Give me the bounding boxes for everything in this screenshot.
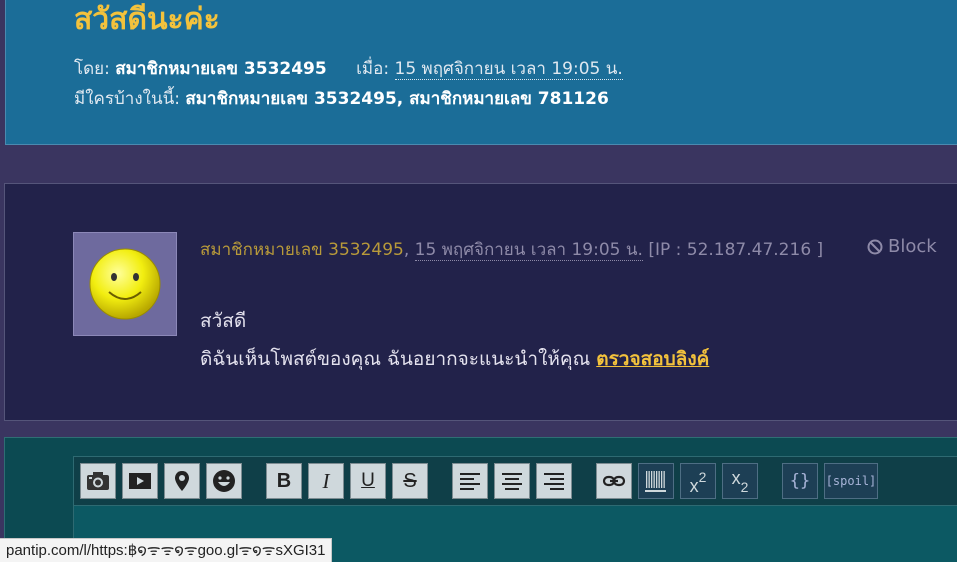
align-left-icon — [460, 473, 480, 490]
horizontal-rule-button[interactable] — [638, 463, 674, 499]
avatar[interactable] — [73, 232, 177, 336]
superscript-base: x — [689, 475, 699, 496]
spoil-label: [spoil] — [825, 474, 877, 488]
comment-ip: [IP : 52.187.47.216 ] — [648, 240, 824, 260]
participants-line: มีใครบ้างในนี้: สมาชิกหมายเลข 3532495, ส… — [74, 88, 609, 110]
topic-meta: โดย: สมาชิกหมายเลข 3532495 เมื่อ: 15 พฤศ… — [74, 58, 623, 80]
participants[interactable]: สมาชิกหมายเลข 3532495, สมาชิกหมายเลข 781… — [185, 89, 608, 109]
comment-message-line: ดิฉันเห็นโพสต์ของคุณ ฉันอยากจะแนะนำให้คุ… — [200, 340, 709, 378]
code-button[interactable]: {} — [782, 463, 818, 499]
comment-body: สวัสดี ดิฉันเห็นโพสต์ของคุณ ฉันอยากจะแนะ… — [200, 302, 709, 378]
insert-video-button[interactable] — [122, 463, 158, 499]
meta-separator: , — [403, 240, 410, 260]
editor-toolbar: B I U S x 2 x 2 {} [spoil] — [73, 456, 957, 506]
underline-label: U — [361, 470, 375, 491]
topic-date: 15 พฤศจิกายน เวลา 19:05 น. — [394, 59, 623, 80]
superscript-exp: 2 — [698, 469, 707, 485]
italic-label: I — [322, 468, 330, 493]
superscript-button[interactable]: x2 — [680, 463, 716, 499]
strike-label: S — [403, 469, 417, 492]
insert-emoticon-button[interactable] — [206, 463, 242, 499]
subscript-button[interactable]: x2 — [722, 463, 758, 499]
subscript-base: x — [731, 467, 741, 488]
status-bar-url: pantip.com/l/https:฿໑ᯤᯤ໑ᯤgoo.glᯤ໑ᯤsXGI31 — [0, 538, 333, 562]
block-button[interactable]: Block — [867, 236, 937, 257]
comment-date: 15 พฤศจิกายน เวลา 19:05 น. — [414, 240, 643, 261]
comment-author[interactable]: สมาชิกหมายเลข 3532495 — [200, 240, 404, 260]
align-right-button[interactable] — [536, 463, 572, 499]
bold-label: B — [276, 469, 292, 492]
link-icon — [602, 475, 626, 487]
strikethrough-button[interactable]: S — [392, 463, 428, 499]
align-right-icon — [544, 473, 564, 490]
smiley-avatar-icon — [89, 248, 161, 320]
bold-button[interactable]: B — [266, 463, 302, 499]
comment-message: ดิฉันเห็นโพสต์ของคุณ ฉันอยากจะแนะนำให้คุ… — [200, 348, 591, 370]
topic-author[interactable]: สมาชิกหมายเลข 3532495 — [115, 59, 326, 79]
topic-title: สวัสดีนะค่ะ — [74, 2, 220, 37]
play-icon — [129, 473, 151, 489]
comment-meta: สมาชิกหมายเลข 3532495, 15 พฤศจิกายน เวลา… — [200, 236, 823, 263]
date-label: เมื่อ: — [356, 59, 390, 79]
by-label: โดย: — [74, 59, 110, 79]
code-label: {} — [789, 471, 811, 491]
block-label: Block — [888, 236, 937, 257]
insert-location-button[interactable] — [164, 463, 200, 499]
smiley-icon — [213, 470, 235, 492]
align-center-icon — [502, 473, 522, 490]
underline-button[interactable]: U — [350, 463, 386, 499]
italic-button[interactable]: I — [308, 463, 344, 499]
map-pin-icon — [175, 471, 189, 491]
check-link[interactable]: ตรวจสอบลิงค์ — [596, 348, 709, 370]
insert-photo-button[interactable] — [80, 463, 116, 499]
spoil-button[interactable]: [spoil] — [824, 463, 878, 499]
insert-link-button[interactable] — [596, 463, 632, 499]
comment-box: สมาชิกหมายเลข 3532495, 15 พฤศจิกายน เวลา… — [4, 183, 957, 421]
who-label: มีใครบ้างในนี้: — [74, 89, 180, 109]
subscript-exp: 2 — [740, 479, 749, 495]
comment-greeting: สวัสดี — [200, 310, 247, 332]
barcode-icon — [645, 471, 666, 492]
camera-icon — [87, 472, 109, 490]
prohibited-icon — [867, 239, 883, 254]
align-center-button[interactable] — [494, 463, 530, 499]
align-left-button[interactable] — [452, 463, 488, 499]
topic-header: สวัสดีนะค่ะ โดย: สมาชิกหมายเลข 3532495 เ… — [5, 0, 957, 145]
